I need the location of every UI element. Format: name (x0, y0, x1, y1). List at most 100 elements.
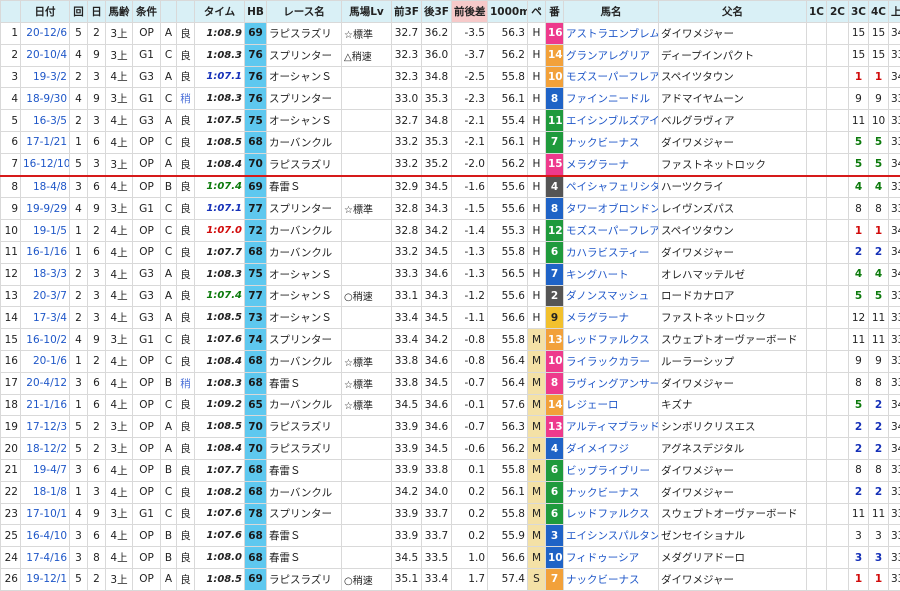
race-date-link[interactable]: 17-1/21 (21, 131, 70, 153)
race-date-link[interactable]: 16-1/16 (21, 241, 70, 263)
table-row[interactable]: 1821-1/16164上OPC良1:09.265カーバンクル☆標準34.534… (1, 394, 900, 416)
col-header-1c[interactable]: 1C (807, 1, 827, 23)
col-header-blank[interactable] (1, 1, 21, 23)
table-row[interactable]: 2619-12/1523上OPA良1:08.569ラピスラズリ○稍速35.133… (1, 568, 900, 590)
horse-name-link[interactable]: レッドファルクス (564, 503, 659, 525)
race-date-link[interactable]: 16-12/10 (21, 153, 70, 175)
col-header-pace[interactable]: ペ (528, 1, 546, 23)
race-date-link[interactable]: 19-4/7 (21, 459, 70, 481)
horse-name-link[interactable]: グランアレグリア (564, 44, 659, 66)
race-date-link[interactable]: 18-12/2 (21, 438, 70, 460)
table-row[interactable]: 2516-4/10364上OPB良1:07.668春雷Ｓ33.933.70.25… (1, 525, 900, 547)
race-date-link[interactable]: 20-3/7 (21, 285, 70, 307)
table-row[interactable]: 1019-1/5124上OPC良1:07.072カーバンクル32.834.2-1… (1, 220, 900, 242)
table-row[interactable]: 516-3/5234上G3A良1:07.575オーシャンＳ32.734.8-2.… (1, 110, 900, 132)
horse-name-link[interactable]: アルティマブラッド (564, 416, 659, 438)
col-header-day[interactable]: 日 (88, 1, 106, 23)
race-date-link[interactable]: 20-1/6 (21, 350, 70, 372)
col-header-kai[interactable]: 回 (70, 1, 88, 23)
col-header-number[interactable]: 番 (546, 1, 564, 23)
race-date-link[interactable]: 18-1/8 (21, 481, 70, 503)
col-header-age[interactable]: 馬齢 (106, 1, 133, 23)
race-date-link[interactable]: 18-4/8 (21, 176, 70, 198)
race-date-link[interactable]: 17-3/4 (21, 307, 70, 329)
col-header-agari[interactable]: 上り (889, 1, 900, 23)
horse-name-link[interactable]: タワーオブロンドン (564, 198, 659, 220)
table-row[interactable]: 220-10/4493上G1C良1:08.376スプリンター△稍速32.336.… (1, 44, 900, 66)
col-header-track-level[interactable]: 馬場Lv (342, 1, 392, 23)
horse-name-link[interactable]: メラグラーナ (564, 153, 659, 175)
col-header-2c[interactable]: 2C (827, 1, 849, 23)
table-row[interactable]: 1116-1/16164上OPC良1:07.768カーバンクル33.234.5-… (1, 241, 900, 263)
col-header-first-3f[interactable]: 前3F (392, 1, 422, 23)
col-header-4c[interactable]: 4C (869, 1, 889, 23)
col-header-class[interactable]: 条件 (133, 1, 161, 23)
horse-name-link[interactable]: モズスーパーフレア (564, 66, 659, 88)
col-header-last-3f[interactable]: 後3F (422, 1, 452, 23)
col-header-1000m[interactable]: 1000m (488, 1, 528, 23)
table-row[interactable]: 716-12/10533上OPA良1:08.470ラピスラズリ33.235.2-… (1, 153, 900, 175)
horse-name-link[interactable]: カハラビスティー (564, 241, 659, 263)
table-row[interactable]: 120-12/6523上OPA良1:08.969ラピスラズリ☆標準32.736.… (1, 23, 900, 45)
horse-name-link[interactable]: フィドゥーシア (564, 547, 659, 569)
col-header-horse[interactable]: 馬名 (564, 1, 659, 23)
race-date-link[interactable]: 19-1/5 (21, 220, 70, 242)
race-date-link[interactable]: 19-3/2 (21, 66, 70, 88)
table-row[interactable]: 2317-10/1493上G1C良1:07.678スプリンター33.933.70… (1, 503, 900, 525)
table-row[interactable]: 1516-10/2493上G1C良1:07.674スプリンター33.434.2-… (1, 329, 900, 351)
horse-name-link[interactable]: ダイメイフジ (564, 438, 659, 460)
horse-name-link[interactable]: ラヴィングアンサー (564, 372, 659, 394)
horse-name-link[interactable]: エイシンブルズアイ (564, 110, 659, 132)
race-date-link[interactable]: 20-4/12 (21, 372, 70, 394)
table-row[interactable]: 1720-4/12364上OPB稍1:08.368春雷Ｓ☆標準33.834.5-… (1, 372, 900, 394)
horse-name-link[interactable]: ナックビーナス (564, 481, 659, 503)
horse-name-link[interactable]: アストラエンブレム (564, 23, 659, 45)
race-date-link[interactable]: 17-12/3 (21, 416, 70, 438)
horse-name-link[interactable]: レッドファルクス (564, 329, 659, 351)
horse-name-link[interactable]: ペイシャフェリシタ (564, 176, 659, 198)
race-date-link[interactable]: 18-3/3 (21, 263, 70, 285)
table-row[interactable]: 418-9/30493上G1C稍1:08.376スプリンター33.035.3-2… (1, 88, 900, 110)
race-date-link[interactable]: 17-4/16 (21, 547, 70, 569)
horse-name-link[interactable]: ナックビーナス (564, 568, 659, 590)
table-row[interactable]: 617-1/21164上OPC良1:08.568カーバンクル33.235.3-2… (1, 131, 900, 153)
race-date-link[interactable]: 16-4/10 (21, 525, 70, 547)
horse-name-link[interactable]: メラグラーナ (564, 307, 659, 329)
table-row[interactable]: 1620-1/6124上OPC良1:08.468カーバンクル☆標準33.834.… (1, 350, 900, 372)
horse-name-link[interactable]: ダノンスマッシュ (564, 285, 659, 307)
horse-name-link[interactable]: エイシンスパルタン (564, 525, 659, 547)
table-row[interactable]: 319-3/2234上G3A良1:07.176オーシャンＳ32.334.8-2.… (1, 66, 900, 88)
horse-name-link[interactable]: ファインニードル (564, 88, 659, 110)
table-row[interactable]: 1320-3/7234上G3A良1:07.477オーシャンＳ○稍速33.134.… (1, 285, 900, 307)
horse-name-link[interactable]: ビップライブリー (564, 459, 659, 481)
col-header-date[interactable]: 日付 (21, 1, 70, 23)
table-row[interactable]: 2218-1/8134上OPC良1:08.268カーバンクル34.234.00.… (1, 481, 900, 503)
horse-name-link[interactable]: ライラックカラー (564, 350, 659, 372)
horse-name-link[interactable]: レジェーロ (564, 394, 659, 416)
race-date-link[interactable]: 20-12/6 (21, 23, 70, 45)
horse-name-link[interactable]: モズスーパーフレア (564, 220, 659, 242)
race-date-link[interactable]: 19-9/29 (21, 198, 70, 220)
col-header-race[interactable]: レース名 (267, 1, 342, 23)
table-row[interactable]: 2119-4/7364上OPB良1:07.768春雷Ｓ33.933.80.155… (1, 459, 900, 481)
col-header-hb[interactable]: HB (245, 1, 267, 23)
col-header-grade[interactable] (161, 1, 177, 23)
table-row[interactable]: 919-9/29493上G1C良1:07.177スプリンター☆標準32.834.… (1, 198, 900, 220)
race-date-link[interactable]: 16-3/5 (21, 110, 70, 132)
race-date-link[interactable]: 21-1/16 (21, 394, 70, 416)
table-row[interactable]: 1218-3/3234上G3A良1:08.375オーシャンＳ33.334.6-1… (1, 263, 900, 285)
col-header-3c[interactable]: 3C (849, 1, 869, 23)
horse-name-link[interactable]: ナックビーナス (564, 131, 659, 153)
table-row[interactable]: 2417-4/16384上OPB良1:08.068春雷Ｓ34.533.51.05… (1, 547, 900, 569)
horse-name-link[interactable]: キングハート (564, 263, 659, 285)
table-row[interactable]: 1917-12/3523上OPA良1:08.570ラピスラズリ33.934.6-… (1, 416, 900, 438)
race-date-link[interactable]: 20-10/4 (21, 44, 70, 66)
table-row[interactable]: 818-4/8364上OPB良1:07.469春雷Ｓ32.934.5-1.655… (1, 176, 900, 198)
race-date-link[interactable]: 16-10/2 (21, 329, 70, 351)
race-date-link[interactable]: 19-12/1 (21, 568, 70, 590)
col-header-diff[interactable]: 前後差 (452, 1, 488, 23)
col-header-cond[interactable] (177, 1, 195, 23)
table-row[interactable]: 1417-3/4234上G3A良1:08.573オーシャンＳ33.434.5-1… (1, 307, 900, 329)
race-date-link[interactable]: 17-10/1 (21, 503, 70, 525)
col-header-time[interactable]: タイム (195, 1, 245, 23)
